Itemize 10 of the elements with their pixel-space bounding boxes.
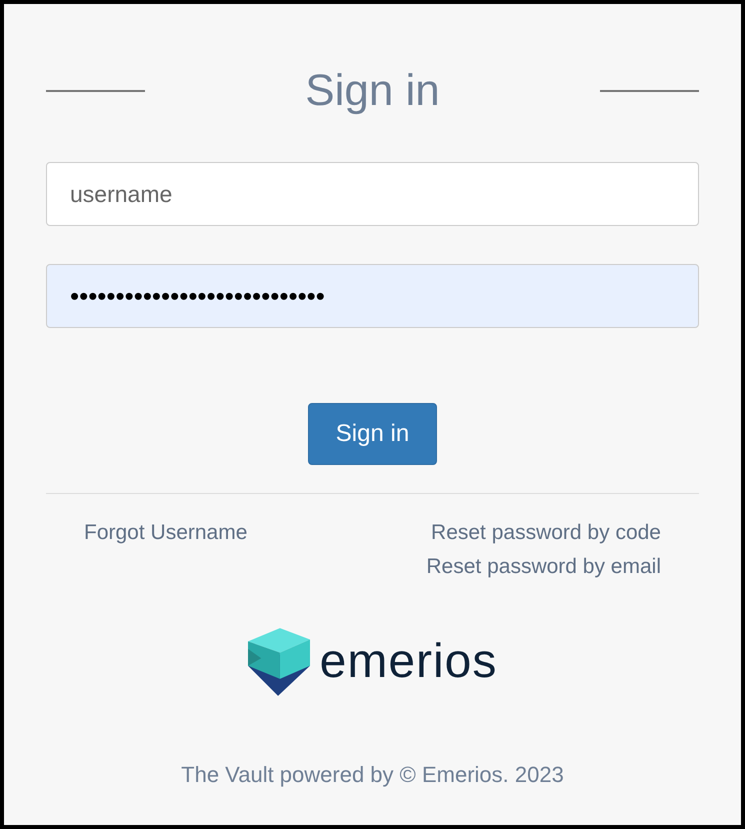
sign-in-button[interactable]: Sign in <box>308 403 437 465</box>
link[interactable]: Reset password by code <box>431 516 661 550</box>
password-field[interactable]: •••••••••••••••••••••••••••• <box>46 264 699 328</box>
logo-icon <box>248 628 310 696</box>
logo-text: emerios <box>320 638 498 686</box>
sign-in-heading: Sign in <box>305 69 440 113</box>
link[interactable]: Forgot Username <box>84 516 248 550</box>
username-field[interactable]: username <box>46 162 699 226</box>
link[interactable]: Reset password by email <box>426 550 661 584</box>
copyright-text: The Vault powered by © Emerios. 2023 <box>181 761 564 789</box>
